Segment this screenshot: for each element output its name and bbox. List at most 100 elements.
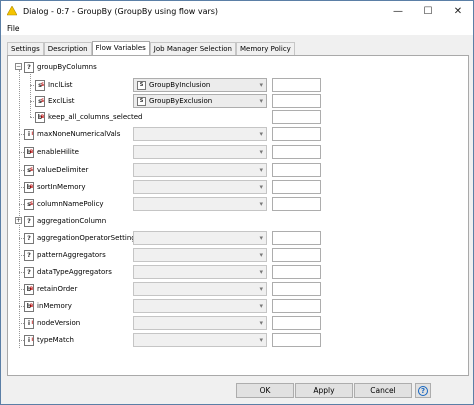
- node-label: maxNoneNumericalVals: [37, 130, 121, 138]
- tree-node-columnnamepolicy[interactable]: sS columnNamePolicy: [24, 196, 104, 212]
- node-label: sortInMemory: [37, 183, 86, 191]
- node-label: ExclList: [48, 97, 75, 105]
- dialog-window: Dialog - 0:7 - GroupBy (GroupBy using fl…: [0, 0, 474, 405]
- chevron-down-icon: ▾: [259, 285, 263, 293]
- menu-file[interactable]: File: [1, 24, 26, 33]
- chevron-down-icon: ▾: [259, 166, 263, 174]
- variable-select-typematch[interactable]: ▾: [133, 333, 267, 347]
- tree-node-inmemory[interactable]: bB inMemory: [24, 298, 72, 314]
- variable-select-datatypeaggregators[interactable]: ▾: [133, 265, 267, 279]
- tab-memory-policy[interactable]: Memory Policy: [235, 42, 295, 56]
- tree-node-incllist[interactable]: sS InclList: [35, 77, 73, 93]
- chevron-down-icon: ▾: [259, 319, 263, 327]
- node-label: retainOrder: [37, 285, 78, 293]
- tree-node-excllist[interactable]: sS ExclList: [35, 93, 74, 109]
- chevron-down-icon: ▾: [259, 183, 263, 191]
- window-controls: — ☐ ✕: [383, 1, 473, 21]
- help-button[interactable]: ?: [415, 383, 431, 398]
- tree-node-nodeversion[interactable]: iI nodeVersion: [24, 315, 80, 331]
- variable-select-enablehilite[interactable]: ▾: [133, 145, 267, 159]
- variable-select-nodeversion[interactable]: ▾: [133, 316, 267, 330]
- variable-select-retainorder[interactable]: ▾: [133, 282, 267, 296]
- string-variable-icon: S: [137, 80, 146, 90]
- tree-node-maxnonenumericalvals[interactable]: iI maxNoneNumericalVals: [24, 126, 120, 142]
- export-field-columnnamepolicy[interactable]: [272, 197, 321, 211]
- export-field-nodeversion[interactable]: [272, 316, 321, 330]
- help-icon: ?: [418, 385, 428, 396]
- maximize-button[interactable]: ☐: [413, 1, 443, 21]
- apply-button[interactable]: Apply: [295, 383, 353, 398]
- boolean-type-icon: bB: [24, 300, 34, 312]
- boolean-type-icon: bB: [24, 283, 34, 295]
- tab-flow-variables[interactable]: Flow Variables: [91, 41, 150, 56]
- chevron-down-icon: ▾: [259, 302, 263, 310]
- node-label: typeMatch: [37, 336, 74, 344]
- string-type-icon: sS: [24, 198, 34, 210]
- tree-node-datatypeaggregators[interactable]: ? dataTypeAggregators: [24, 264, 112, 280]
- expand-toggle[interactable]: +: [15, 217, 22, 224]
- chevron-down-icon: ▾: [259, 268, 263, 276]
- export-field-retainorder[interactable]: [272, 282, 321, 296]
- title-bar[interactable]: Dialog - 0:7 - GroupBy (GroupBy using fl…: [1, 1, 473, 21]
- export-field-typematch[interactable]: [272, 333, 321, 347]
- ok-button[interactable]: OK: [236, 383, 294, 398]
- integer-type-icon: iI: [24, 334, 34, 346]
- variable-select-inmemory[interactable]: ▾: [133, 299, 267, 313]
- export-field-maxnonenumericalvals[interactable]: [272, 127, 321, 141]
- export-field-patternaggregators[interactable]: [272, 248, 321, 262]
- variable-select-incllist[interactable]: S GroupByInclusion ▾: [133, 78, 267, 92]
- node-label: groupByColumns: [37, 63, 97, 71]
- tab-description[interactable]: Description: [43, 42, 92, 56]
- string-type-icon: sS: [35, 79, 45, 91]
- tree-node-enablehilite[interactable]: bB enableHilite: [24, 144, 79, 160]
- tab-bar: Settings Description Flow Variables Job …: [7, 41, 295, 56]
- tree-node-retainorder[interactable]: bB retainOrder: [24, 281, 77, 297]
- window-title: Dialog - 0:7 - GroupBy (GroupBy using fl…: [23, 6, 219, 16]
- node-label: aggregationOperatorSettings: [37, 234, 140, 242]
- chevron-down-icon: ▾: [259, 148, 263, 156]
- close-button[interactable]: ✕: [443, 1, 473, 21]
- tree-node-aggregationoperatorsettings[interactable]: ? aggregationOperatorSettings: [24, 230, 139, 246]
- tree-node-patternaggregators[interactable]: ? patternAggregators: [24, 247, 106, 263]
- chevron-down-icon: ▾: [259, 234, 263, 242]
- export-field-aggregationoperatorsettings[interactable]: [272, 231, 321, 245]
- tree-node-valuedelimiter[interactable]: sS valueDelimiter: [24, 162, 88, 178]
- export-field-datatypeaggregators[interactable]: [272, 265, 321, 279]
- unknown-type-icon: ?: [24, 61, 34, 73]
- node-label: InclList: [48, 81, 73, 89]
- collapse-toggle[interactable]: −: [15, 63, 22, 70]
- variable-select-aggregationoperatorsettings[interactable]: ▾: [133, 231, 267, 245]
- variable-select-sortinmemory[interactable]: ▾: [133, 180, 267, 194]
- menu-bar: File: [1, 21, 473, 35]
- export-field-incllist[interactable]: [272, 78, 321, 92]
- boolean-type-icon: bB: [24, 181, 34, 193]
- minimize-button[interactable]: —: [383, 1, 413, 21]
- tree-node-sortinmemory[interactable]: bB sortInMemory: [24, 179, 86, 195]
- cancel-button[interactable]: Cancel: [354, 383, 412, 398]
- tree-node-keep-all-columns-selected[interactable]: bB keep_all_columns_selected: [35, 109, 143, 125]
- node-label: dataTypeAggregators: [37, 268, 112, 276]
- node-label: aggregationColumn: [37, 217, 107, 225]
- integer-type-icon: iI: [24, 317, 34, 329]
- variable-select-excllist[interactable]: S GroupByExclusion ▾: [133, 94, 267, 108]
- node-label: enableHilite: [37, 148, 79, 156]
- tab-job-manager-selection[interactable]: Job Manager Selection: [149, 42, 236, 56]
- node-label: valueDelimiter: [37, 166, 89, 174]
- variable-select-maxnonenumericalvals[interactable]: ▾: [133, 127, 267, 141]
- tree-node-groupbycolumns[interactable]: ? groupByColumns: [24, 59, 97, 75]
- export-field-keep-all-columns-selected[interactable]: [272, 110, 321, 124]
- tab-settings[interactable]: Settings: [7, 42, 44, 56]
- variable-select-valuedelimiter[interactable]: ▾: [133, 163, 267, 177]
- export-field-valuedelimiter[interactable]: [272, 163, 321, 177]
- string-type-icon: sS: [35, 95, 45, 107]
- export-field-excllist[interactable]: [272, 94, 321, 108]
- export-field-enablehilite[interactable]: [272, 145, 321, 159]
- tree-node-aggregationcolumn[interactable]: ? aggregationColumn: [24, 213, 106, 229]
- tree-node-typematch[interactable]: iI typeMatch: [24, 332, 74, 348]
- variable-select-columnnamepolicy[interactable]: ▾: [133, 197, 267, 211]
- export-field-inmemory[interactable]: [272, 299, 321, 313]
- selected-variable: GroupByExclusion: [149, 97, 213, 105]
- variable-select-patternaggregators[interactable]: ▾: [133, 248, 267, 262]
- export-field-sortinmemory[interactable]: [272, 180, 321, 194]
- knime-logo-icon: [7, 6, 17, 16]
